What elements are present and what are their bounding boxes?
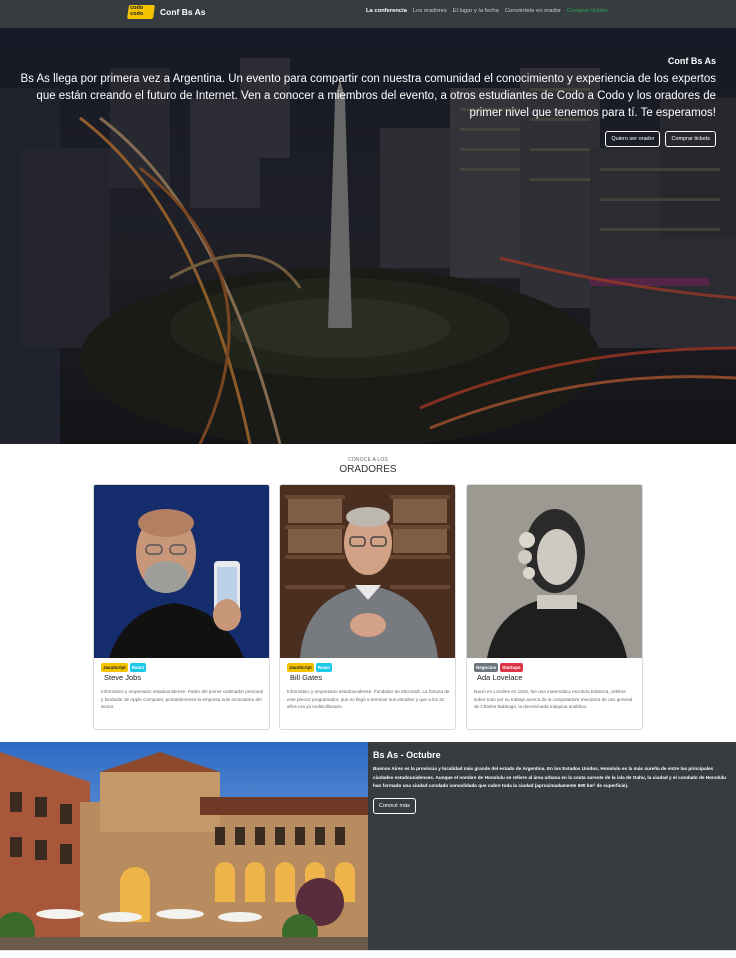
hero-title: Conf Bs As xyxy=(667,56,716,66)
speaker-card-ada-lovelace[interactable]: Negocios Startups Ada Lovelace Nació en … xyxy=(466,484,643,730)
brand[interactable]: codo codo Conf Bs As xyxy=(127,5,206,19)
nav-link-la-conferencia[interactable]: La conferencia xyxy=(366,8,407,14)
nav-link-lugar-fecha[interactable]: El lugar y la fecha xyxy=(453,8,499,14)
speaker-photo-ada-lovelace xyxy=(467,485,642,658)
venue-section: Bs As - Octubre Buenos Aires es la provi… xyxy=(0,742,736,950)
logo-text: codo codo xyxy=(130,5,144,17)
nav-links: La conferencia Los oradores El lugar y l… xyxy=(366,8,608,14)
nav-link-los-oradores[interactable]: Los oradores xyxy=(413,8,447,14)
footer-strip xyxy=(0,950,736,958)
speaker-card-bill-gates[interactable]: JavaScript React Bill Gates Informático … xyxy=(279,484,456,730)
buy-tickets-button[interactable]: Comprar tickets xyxy=(665,131,716,147)
tag-badge-javascript: JavaScript xyxy=(287,663,314,672)
speaker-bio: Informático y empresario estadounidense.… xyxy=(101,689,263,709)
speaker-bio: Nació en Londres en 1815, fue una matemá… xyxy=(474,689,633,709)
navbar: codo codo Conf Bs As La conferencia Los o… xyxy=(0,0,736,28)
learn-more-button[interactable]: Conocé más xyxy=(373,798,416,814)
speaker-photo-bill-gates xyxy=(280,485,455,658)
logo-text-line-2: codo xyxy=(130,10,144,17)
venue-description: Buenos Aires es la provincia y localidad… xyxy=(373,766,727,788)
nav-link-convertite-orador[interactable]: Conviértete en orador xyxy=(505,8,561,14)
tag-badge-javascript: JavaScript xyxy=(101,663,128,672)
codo-a-codo-logo: codo codo xyxy=(127,5,155,19)
speaker-name: Bill Gates xyxy=(290,673,323,682)
tag-badge-react: React xyxy=(315,663,333,672)
speakers-section: CONOCE A LOS ORADORES JavaScript React S… xyxy=(0,444,736,742)
hero-section: Conf Bs As Bs As llega por primera vez a… xyxy=(0,28,736,444)
tag-badge-startups: Startups xyxy=(500,663,523,672)
speakers-kicker: CONOCE A LOS xyxy=(348,457,388,463)
speaker-photo-steve-jobs xyxy=(94,485,269,658)
hero-description: Bs As llega por primera vez a Argentina.… xyxy=(20,73,717,119)
tag-badge-react: React xyxy=(129,663,147,672)
venue-title: Bs As - Octubre xyxy=(373,750,441,760)
speaker-name: Ada Lovelace xyxy=(477,673,523,682)
speaker-tags: JavaScript React xyxy=(287,663,333,672)
speaker-bio: Informático y empresario estadounidense.… xyxy=(287,689,450,709)
venue-image xyxy=(0,742,368,950)
hero-content: Conf Bs As Bs As llega por primera vez a… xyxy=(16,56,716,147)
become-speaker-button[interactable]: Quiero ser orador xyxy=(605,131,661,147)
speaker-name: Steve Jobs xyxy=(104,673,142,682)
tag-badge-negocios: Negocios xyxy=(474,663,499,672)
nav-link-comprar-tickets[interactable]: Comprar tickets xyxy=(567,8,608,14)
brand-name[interactable]: Conf Bs As xyxy=(160,7,206,17)
hero-buttons: Quiero ser orador Comprar tickets xyxy=(16,131,716,147)
speaker-tags: JavaScript React xyxy=(101,663,147,672)
speakers-title: ORADORES xyxy=(339,464,397,475)
speaker-tags: Negocios Startups xyxy=(474,663,523,672)
speaker-card-steve-jobs[interactable]: JavaScript React Steve Jobs Informático … xyxy=(93,484,270,730)
